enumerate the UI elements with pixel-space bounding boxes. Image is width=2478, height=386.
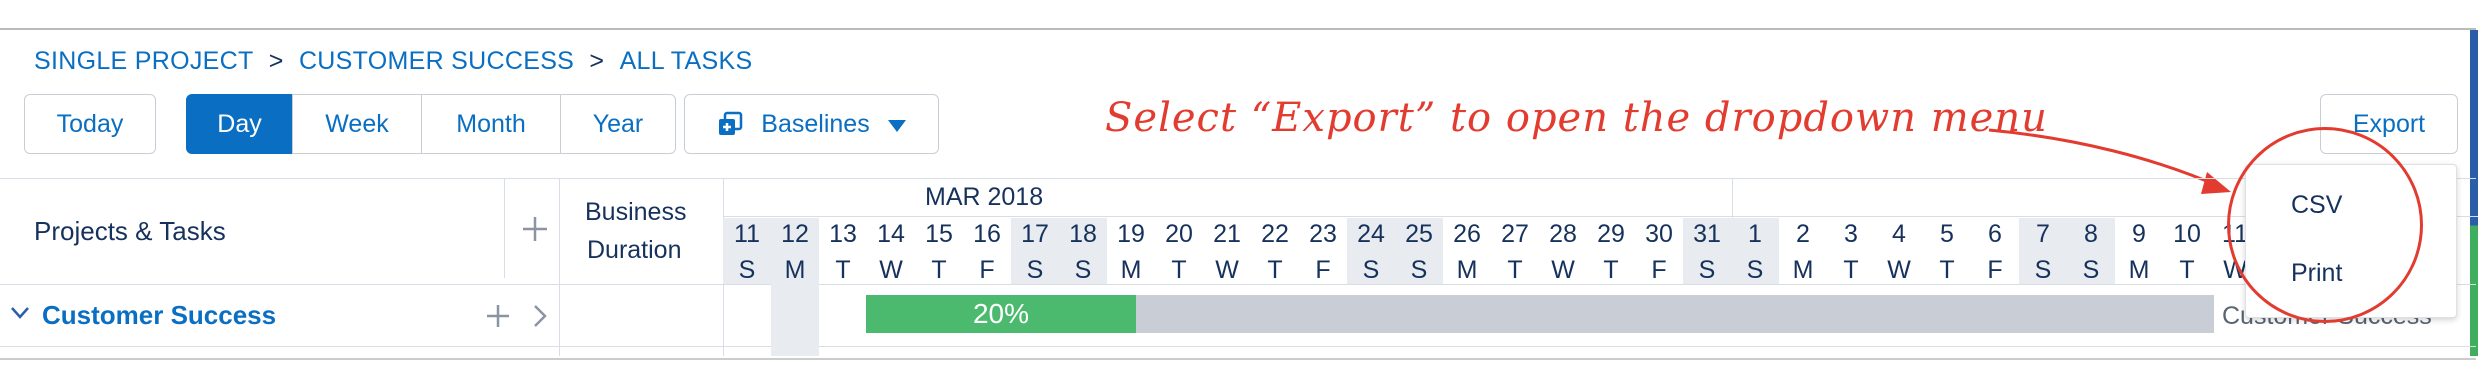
timeline-weekday: T <box>1507 256 1523 284</box>
add-subtask-icon[interactable] <box>484 302 512 335</box>
timeline-day-number: 5 <box>1940 220 1954 248</box>
timeline-weekday: F <box>1651 256 1667 284</box>
grid-top-border <box>0 178 2476 179</box>
timeline-day-number: 12 <box>781 220 809 248</box>
timeline-weekday: T <box>931 256 947 284</box>
timeline-weekday: T <box>835 256 851 284</box>
timeline-weekday: S <box>1026 256 1044 284</box>
timeline-weekday: S <box>738 256 756 284</box>
timeline-weekday: W <box>1887 256 1911 284</box>
timeline-day-number: 1 <box>1748 220 1762 248</box>
timeline-weekday: W <box>879 256 903 284</box>
add-task-icon[interactable] <box>520 214 550 249</box>
timeline-weekday: M <box>1456 256 1478 284</box>
divider <box>559 178 560 356</box>
timeline-day-number: 3 <box>1844 220 1858 248</box>
annotation-text: Select “Export” to open the dropdown men… <box>1105 95 2048 141</box>
timeline-day-number: 8 <box>2084 220 2098 248</box>
timeline-day-number: 19 <box>1117 220 1145 248</box>
timeline-day-number: 28 <box>1549 220 1577 248</box>
timeline-weekday: T <box>1843 256 1859 284</box>
timeline-day-number: 17 <box>1021 220 1049 248</box>
timeline-day-number: 11 <box>734 220 760 248</box>
timeline-day-number: 15 <box>925 220 953 248</box>
baselines-button[interactable]: Baselines <box>684 94 939 154</box>
breadcrumb-item-project[interactable]: SINGLE PROJECT <box>34 47 254 76</box>
timeline-weekday: M <box>1120 256 1142 284</box>
timeline-day-number: 23 <box>1309 220 1337 248</box>
breadcrumb-separator: > <box>589 47 605 75</box>
timeline-day-number: 24 <box>1357 220 1385 248</box>
row-divider <box>0 346 2476 347</box>
view-day-button[interactable]: Day <box>186 94 293 154</box>
timeline-day-number: 7 <box>2036 220 2050 248</box>
project-row-name[interactable]: Customer Success <box>42 300 276 331</box>
view-year-button[interactable]: Year <box>560 94 676 154</box>
breadcrumb-item-customer-success[interactable]: CUSTOMER SUCCESS <box>299 47 574 76</box>
timeline-day-number: 31 <box>1693 220 1721 248</box>
timeline-day-number: 22 <box>1261 220 1289 248</box>
timeline-day-number: 14 <box>877 220 905 248</box>
timeline-day-number: 9 <box>2132 220 2146 248</box>
timeline-weekday: T <box>1939 256 1955 284</box>
timeline-weekday: W <box>1215 256 1239 284</box>
timeline-day-number: 25 <box>1405 220 1433 248</box>
timeline-day-number: 16 <box>973 220 1001 248</box>
annotation-arrow <box>1988 128 2231 194</box>
timeline-day-number: 26 <box>1453 220 1481 248</box>
breadcrumb-separator: > <box>268 47 284 75</box>
today-button[interactable]: Today <box>24 94 156 154</box>
gantt-bar-progress: 20% <box>866 295 1136 333</box>
timeline-weekday: S <box>1698 256 1716 284</box>
baselines-label: Baselines <box>761 109 870 138</box>
annotation-circle <box>2227 127 2423 323</box>
baselines-icon <box>717 111 743 137</box>
timeline-weekday: W <box>1551 256 1575 284</box>
window-edge <box>2470 30 2478 356</box>
timeline-weekday: F <box>979 256 995 284</box>
timeline-weekday: T <box>1267 256 1283 284</box>
timeline-day-number: 20 <box>1165 220 1193 248</box>
month-label: MAR 2018 <box>925 183 1044 211</box>
column-header-duration-line1: Business <box>585 198 687 226</box>
timeline-day-number: 21 <box>1213 220 1241 248</box>
timeline-weekday: T <box>1603 256 1619 284</box>
timeline-weekday: M <box>1792 256 1814 284</box>
chevron-down-icon <box>887 110 906 139</box>
timeline-day-number: 4 <box>1892 220 1906 248</box>
column-header-projects: Projects & Tasks <box>34 216 226 246</box>
timeline-weekday: S <box>1746 256 1764 284</box>
chevron-down-icon[interactable] <box>10 306 30 325</box>
timeline-weekday: S <box>2034 256 2052 284</box>
chevron-right-icon[interactable] <box>532 304 548 333</box>
timeline-day-number: 6 <box>1988 220 2002 248</box>
timeline-weekday: S <box>1362 256 1380 284</box>
timeline-day-number: 27 <box>1501 220 1529 248</box>
timeline-weekday: T <box>2179 256 2195 284</box>
breadcrumb: SINGLE PROJECT > CUSTOMER SUCCESS > ALL … <box>34 47 752 76</box>
timeline-day-number: 10 <box>2173 220 2201 248</box>
timeline-weekday: M <box>784 256 806 284</box>
timeline-weekday: S <box>1410 256 1428 284</box>
timeline-weekday: M <box>2128 256 2150 284</box>
column-header-duration-line2: Duration <box>587 236 682 264</box>
divider <box>504 178 505 278</box>
timeline-weekday: F <box>1987 256 2003 284</box>
view-month-button[interactable]: Month <box>421 94 561 154</box>
timeline-day-number: 29 <box>1597 220 1625 248</box>
timeline-weekday: S <box>1074 256 1092 284</box>
timeline-weekday: S <box>2082 256 2100 284</box>
timeline-weekday: T <box>1171 256 1187 284</box>
month-divider <box>723 216 2478 217</box>
breadcrumb-item-all-tasks[interactable]: ALL TASKS <box>620 47 753 76</box>
timeline-day-number: 2 <box>1796 220 1810 248</box>
timeline-day-number: 13 <box>829 220 857 248</box>
timeline-day-number: 18 <box>1069 220 1097 248</box>
view-week-button[interactable]: Week <box>292 94 422 154</box>
timeline-weekday: F <box>1315 256 1331 284</box>
progress-label: 20% <box>972 298 1030 329</box>
timeline-day-number: 30 <box>1645 220 1673 248</box>
